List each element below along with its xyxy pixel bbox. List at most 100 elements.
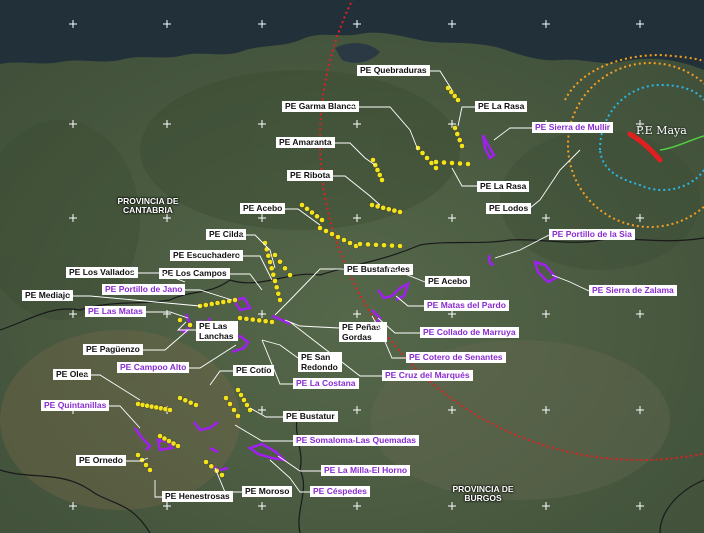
label-cotero-senantes: PE Cotero de Senantes (406, 352, 506, 363)
turbine-dot-icon (249, 316, 256, 323)
turbine-dot-icon (389, 242, 395, 249)
label-ornedo: PE Ornedo (76, 455, 126, 466)
turbine-dot-icon (456, 137, 463, 143)
turbine-dot-icon (262, 240, 268, 246)
turbine-dot-icon (365, 241, 371, 248)
turbine-dot-icon (397, 209, 403, 215)
label-paguenzo: PE Pagüenzo (83, 344, 143, 355)
label-penas-gordas: PE Peñas Gordas (339, 322, 387, 342)
label-los-campos: PE Los Campos (159, 268, 230, 279)
turbine-dot-icon (449, 160, 455, 166)
turbine-dot-icon (433, 159, 439, 165)
turbine-dot-icon (323, 228, 329, 234)
label-portillo-jano: PE Portillo de Jano (102, 284, 186, 295)
turbine-dot-icon (182, 397, 189, 404)
turbine-dot-icon (441, 159, 447, 166)
label-cotio: PE Cotío (233, 365, 275, 376)
turbine-dot-icon (269, 319, 275, 325)
label-lodos: PE Lodos (486, 203, 532, 214)
turbine-dot-icon (273, 284, 280, 291)
label-collado-marruya: PE Collado de Marruya (420, 327, 519, 338)
turbine-dot-icon (379, 177, 385, 183)
turbine-dot-icon (256, 317, 263, 324)
label-bustafrades: PE Bustafrades (344, 264, 413, 275)
turbine-dot-icon (341, 237, 347, 243)
turbine-dot-icon (262, 318, 269, 325)
turbine-dot-icon (317, 225, 323, 231)
turbine-dot-icon (357, 241, 363, 247)
turbine-dot-icon (238, 392, 244, 398)
turbine-dot-icon (177, 395, 183, 401)
label-olea: PE Olea (53, 369, 92, 380)
turbine-dot-icon (433, 165, 439, 171)
label-henestrosas: PE Henestrosas (162, 491, 233, 502)
label-provincia-burgos: PROVINCIA DE BURGOS (452, 484, 514, 503)
turbine-dot-icon (391, 207, 398, 214)
turbine-dot-icon (153, 404, 160, 411)
turbine-dot-icon (162, 406, 169, 412)
label-las-matas: PE Las Matas (85, 306, 146, 317)
turbine-dot-icon (329, 231, 335, 237)
turbine-dot-icon (277, 297, 283, 303)
turbine-dot-icon (237, 315, 243, 321)
turbine-dot-icon (265, 252, 272, 259)
turbine-dot-icon (459, 143, 465, 149)
turbine-dot-icon (203, 459, 209, 465)
turbine-dot-icon (376, 172, 383, 178)
turbine-dot-icon (282, 265, 288, 272)
label-campoo-alto: PE Campoo Alto (117, 362, 190, 373)
turbine-dot-icon (244, 402, 250, 408)
label-pe-maya: P.E Maya (636, 124, 687, 137)
turbine-dot-icon (419, 150, 426, 156)
turbine-dot-icon (424, 155, 430, 161)
turbine-dot-icon (465, 161, 471, 167)
turbine-dot-icon (457, 160, 463, 167)
turbine-dot-icon (220, 299, 227, 305)
label-somaloma: PE Somaloma-Las Quemadas (293, 435, 419, 446)
turbine-dot-icon (193, 402, 199, 408)
label-la-rasa-2: PE La Rasa (477, 181, 530, 192)
label-sierra-mullir: PE Sierra de Mullir (532, 122, 614, 133)
turbine-dot-icon (148, 403, 155, 410)
turbine-dot-icon (175, 443, 181, 449)
turbine-dot-icon (335, 234, 341, 240)
label-acebo-1: PE Acebo (240, 203, 286, 214)
turbine-dot-icon (147, 467, 153, 473)
turbine-dot-icon (270, 271, 277, 278)
turbine-dot-icon (232, 297, 238, 303)
turbine-dot-icon (374, 203, 381, 210)
label-los-vallados: PE Los Vallados (66, 267, 138, 278)
turbine-dot-icon (381, 242, 387, 249)
turbine-dot-icon (309, 209, 315, 216)
label-acebo-2: PE Acebo (425, 276, 471, 287)
label-quintanillas: PE Quintanillas (41, 400, 110, 411)
turbine-dot-icon (267, 259, 273, 265)
turbine-dot-icon (299, 202, 305, 208)
turbine-dot-icon (347, 240, 353, 246)
label-portillo-sia: PE Portillo de la Sia (549, 229, 635, 240)
turbine-dot-icon (213, 467, 220, 474)
turbine-dot-icon (380, 204, 387, 211)
turbine-dot-icon (314, 213, 320, 220)
wind-farm-map: PE Quebraduras PE La Rasa PE Garma Blanc… (0, 0, 704, 533)
label-sierra-zalama: PE Sierra de Zalama (589, 285, 677, 296)
turbine-dot-icon (369, 202, 375, 208)
turbine-dot-icon (277, 258, 283, 265)
label-quebraduras: PE Quebraduras (357, 65, 430, 76)
label-las-lanchas: PE Las Lanchas (196, 321, 238, 341)
turbine-dot-icon (235, 387, 241, 393)
turbine-dot-icon (167, 407, 173, 413)
turbine-dot-icon (177, 317, 183, 323)
label-moroso: PE Moroso (242, 486, 293, 497)
turbine-dot-icon (275, 290, 282, 297)
turbine-dot-icon (208, 463, 215, 470)
turbine-dot-icon (454, 131, 461, 137)
turbine-dot-icon (304, 205, 310, 212)
turbine-dot-icon (268, 265, 275, 272)
label-bustatur: PE Bustatur (283, 411, 338, 422)
label-mediajo: PE Mediajo (22, 290, 74, 301)
label-amaranta: PE Amaranta (276, 137, 335, 148)
turbine-dot-icon (231, 407, 237, 413)
turbine-dot-icon (214, 300, 221, 306)
turbine-dot-icon (243, 315, 250, 322)
